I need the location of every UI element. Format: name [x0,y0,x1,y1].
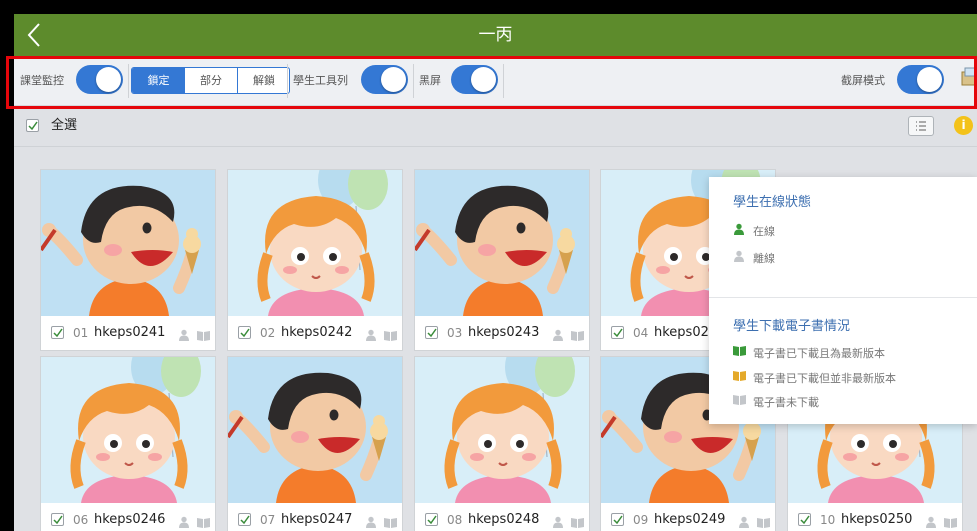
student-number: 01 [73,326,89,340]
blackscreen-label: 黑屏 [419,74,441,87]
student-checkbox[interactable] [238,326,251,339]
list-icon [916,121,926,131]
student-card[interactable]: 08 hkeps0248 [414,356,590,531]
select-all-checkbox[interactable] [26,119,39,132]
list-view-button[interactable] [908,116,934,136]
back-arrow-icon[interactable] [20,20,50,50]
student-number: 10 [820,513,836,527]
segment-lock[interactable]: 鎖定 [132,68,185,93]
book-not-downloaded-icon [384,513,397,531]
book-not-downloaded-icon [944,513,957,531]
student-number: 04 [633,326,649,340]
person-offline-icon [925,513,937,531]
person-online-icon [734,223,744,235]
student-name: hkeps0248 [468,512,540,527]
monitor-label: 課堂監控 [20,74,64,87]
student-card[interactable]: 06 hkeps0246 [40,356,216,531]
student-avatar [415,357,589,503]
book-not-downloaded-icon [571,513,584,531]
student-card[interactable]: 01 hkeps0241 [40,169,216,351]
online-status-heading: 學生在線狀態 [733,195,812,210]
student-number: 06 [73,513,89,527]
segment-partial[interactable]: 部分 [184,68,237,93]
student-avatar [228,170,402,316]
student-toolbar-toggle[interactable] [361,65,408,94]
student-avatar [415,170,589,316]
student-checkbox[interactable] [611,326,624,339]
legend-ebook-outdated: 電子書已下載但並非最新版本 [733,370,896,385]
segment-unlock[interactable]: 解鎖 [237,68,289,93]
person-offline-icon [365,513,377,531]
header-bar: 一丙 [14,14,977,56]
student-checkbox[interactable] [425,326,438,339]
book-not-downloaded-icon [757,513,770,531]
student-checkbox[interactable] [238,513,251,526]
screenshot-icon[interactable] [959,66,977,88]
classroom-toolbar: 課堂監控 鎖定 部分 解鎖 學生工具列 黑屏 截屏模式 [14,56,977,106]
student-checkbox[interactable] [798,513,811,526]
student-card[interactable]: 02 hkeps0242 [227,169,403,351]
status-legend-popover: 學生在線狀態 在線 離線 學生下載電子書情況 電子書已下載且為最新版本 電子書已… [709,177,977,424]
student-toolbar-label: 學生工具列 [293,74,348,87]
student-name: hkeps02 [654,325,709,340]
info-icon[interactable]: i [954,116,973,135]
book-not-downloaded-icon [384,326,397,345]
ebook-status-heading: 學生下載電子書情況 [733,319,851,334]
book-not-downloaded-icon [571,326,584,345]
book-not-downloaded-icon [197,513,210,531]
person-offline-icon [552,326,564,345]
student-name: hkeps0246 [94,512,166,527]
monitor-toggle[interactable] [76,65,123,94]
student-number: 02 [260,326,276,340]
student-number: 03 [447,326,463,340]
student-avatar [41,170,215,316]
student-card[interactable]: 07 hkeps0247 [227,356,403,531]
student-name: hkeps0242 [281,325,353,340]
student-number: 08 [447,513,463,527]
book-not-downloaded-icon [733,395,746,405]
page-title: 一丙 [478,25,513,45]
person-offline-icon [178,326,190,345]
person-offline-icon [365,326,377,345]
book-outdated-icon [733,371,746,381]
student-name: hkeps0247 [281,512,353,527]
student-checkbox[interactable] [51,513,64,526]
legend-offline: 離線 [733,250,775,265]
student-avatar [228,357,402,503]
app-window: 一丙 課堂監控 鎖定 部分 解鎖 學生工具列 黑屏 截屏模式 全選 i 01 h… [14,14,977,531]
person-offline-icon [734,250,744,262]
lock-mode-segmented-control: 鎖定 部分 解鎖 [131,67,290,94]
book-not-downloaded-icon [197,326,210,345]
blackscreen-toggle[interactable] [451,65,498,94]
student-avatar [41,357,215,503]
student-checkbox[interactable] [51,326,64,339]
person-offline-icon [738,513,750,531]
student-number: 09 [633,513,649,527]
legend-online: 在線 [733,223,775,238]
screenshot-mode-label: 截屏模式 [841,74,885,87]
select-all-row: 全選 i [14,106,977,146]
screenshot-mode-toggle[interactable] [897,65,944,94]
student-card[interactable]: 03 hkeps0243 [414,169,590,351]
student-name: hkeps0243 [468,325,540,340]
select-all-label: 全選 [51,118,78,133]
student-number: 07 [260,513,276,527]
legend-ebook-latest: 電子書已下載且為最新版本 [733,345,885,360]
student-checkbox[interactable] [611,513,624,526]
student-name: hkeps0241 [94,325,166,340]
book-latest-icon [733,346,746,356]
student-name: hkeps0250 [841,512,913,527]
person-offline-icon [552,513,564,531]
person-offline-icon [178,513,190,531]
student-name: hkeps0249 [654,512,726,527]
legend-ebook-none: 電子書未下載 [733,394,819,409]
student-checkbox[interactable] [425,513,438,526]
